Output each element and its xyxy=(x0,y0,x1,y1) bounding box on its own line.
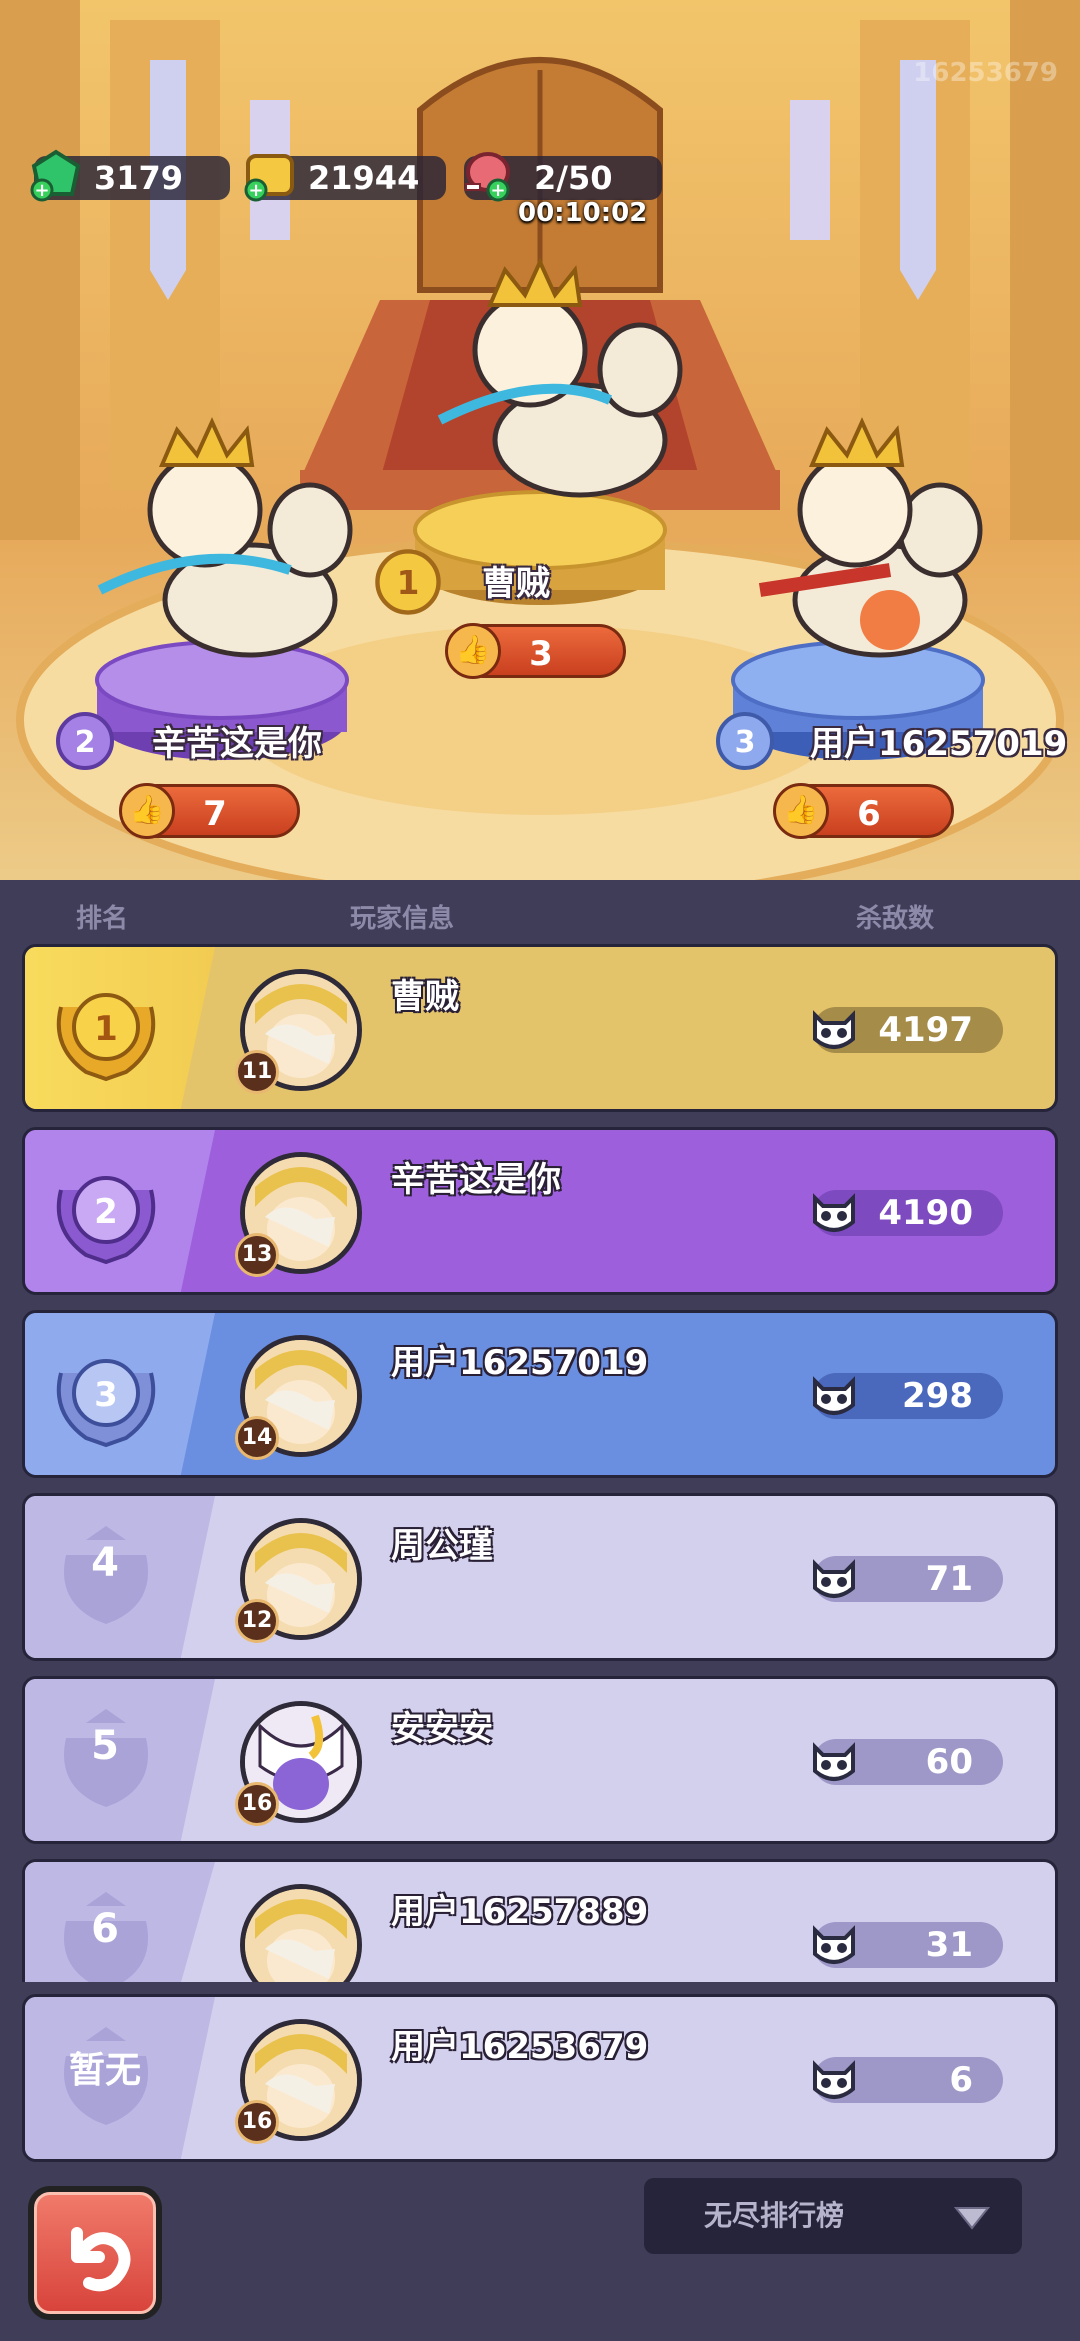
svg-text:2: 2 xyxy=(94,1192,118,1232)
leaderboard-row-2[interactable]: 2 13 辛苦这是你 4190 xyxy=(22,1127,1058,1295)
leaderboard-type-dropdown[interactable]: 无尽排行榜 xyxy=(644,2178,1022,2254)
svg-text:2: 2 xyxy=(75,725,96,760)
header-kills: 杀敌数 xyxy=(856,904,935,934)
svg-text:1: 1 xyxy=(94,1009,118,1049)
player-avatar[interactable] xyxy=(240,1884,362,1983)
purple-laurel-badge-icon: 2 xyxy=(56,1176,156,1265)
kill-count-pill: 298 xyxy=(813,1373,1003,1419)
gem-counter[interactable]: + 3179 xyxy=(30,149,230,202)
kill-count-pill: 4190 xyxy=(813,1190,1003,1236)
thumbs-up-icon: 👍 xyxy=(119,783,175,839)
player-level-badge: 16 xyxy=(235,2100,279,2144)
player-level-badge: 12 xyxy=(235,1599,279,1643)
back-button[interactable] xyxy=(28,2186,162,2320)
svg-text:+: + xyxy=(248,180,263,201)
player-level-badge: 13 xyxy=(235,1233,279,1277)
podium-3-like-button[interactable]: 👍 6 xyxy=(773,783,954,839)
rank-number: 5 xyxy=(91,1723,119,1769)
player-level-badge: 14 xyxy=(235,1416,279,1460)
user-id-watermark: 16253679 xyxy=(913,58,1058,88)
kill-count-pill: 6 xyxy=(813,2057,1003,2103)
player-name: 用户16257019 xyxy=(391,1343,649,1383)
chevron-down-icon xyxy=(953,2207,991,2230)
skull-icon xyxy=(813,1010,855,1049)
gold-counter[interactable]: + 21944 xyxy=(244,154,446,202)
player-name: 用户16253679 xyxy=(391,2027,649,2067)
player-name: 辛苦这是你 xyxy=(391,1160,561,1200)
skull-icon xyxy=(813,1742,855,1781)
kill-count-pill: 60 xyxy=(813,1739,1003,1785)
svg-text:1: 1 xyxy=(397,564,420,602)
svg-text:3: 3 xyxy=(735,725,756,760)
return-arrow-icon xyxy=(71,2227,131,2292)
svg-text:+: + xyxy=(34,180,49,201)
podium-1-name: 曹贼 xyxy=(482,564,550,604)
skull-icon xyxy=(813,1193,855,1232)
header-rank: 排名 xyxy=(76,904,129,934)
gold-icon: + xyxy=(244,154,294,202)
skull-icon xyxy=(813,1376,855,1415)
kill-count-pill: 4197 xyxy=(813,1007,1003,1053)
podium-scene: + 3179 + 21944 + 2/50 00:10:02 16253679 … xyxy=(0,0,1080,880)
podium-2-name: 辛苦这是你 xyxy=(152,724,322,764)
meat-icon: + xyxy=(465,152,510,202)
rank-1-medal-icon: 1 xyxy=(375,549,441,615)
rank-2-medal-icon: 2 xyxy=(56,712,114,770)
leaderboard-row-5[interactable]: 5 16 安安安 60 xyxy=(22,1676,1058,1844)
leaderboard-row-1[interactable]: 1 11 曹贼 4197 xyxy=(22,944,1058,1112)
skull-icon xyxy=(813,2060,855,2099)
rank-3-medal-icon: 3 xyxy=(716,712,774,770)
leaderboard-row-6[interactable]: 6 用户16257889 31 xyxy=(22,1859,1058,1983)
blue-laurel-badge-icon: 3 xyxy=(56,1359,156,1448)
gold-laurel-badge-icon: 1 xyxy=(56,993,156,1082)
skull-icon xyxy=(813,1559,855,1598)
stamina-counter[interactable]: + 2/50 xyxy=(464,152,662,202)
rank-number: 6 xyxy=(91,1906,119,1952)
kill-count-pill: 71 xyxy=(813,1556,1003,1602)
stamina-timer: 00:10:02 xyxy=(518,198,648,228)
elf-portrait-icon xyxy=(245,1889,357,1983)
rank-number: 暂无 xyxy=(68,2050,141,2091)
thumbs-up-icon: 👍 xyxy=(773,783,829,839)
kill-count-pill: 31 xyxy=(813,1922,1003,1968)
player-name: 安安安 xyxy=(391,1709,493,1749)
svg-text:3: 3 xyxy=(94,1375,118,1415)
podium-3-name: 用户16257019 xyxy=(810,724,1068,764)
svg-text:+: + xyxy=(490,180,505,201)
player-name: 曹贼 xyxy=(391,977,459,1017)
thumbs-up-icon: 👍 xyxy=(445,623,501,679)
gem-icon: + xyxy=(30,149,81,202)
leaderboard-row-3[interactable]: 3 14 用户16257019 298 xyxy=(22,1310,1058,1478)
podium-2-like-button[interactable]: 👍 7 xyxy=(119,783,300,839)
leaderboard-row-4[interactable]: 4 12 周公瑾 71 xyxy=(22,1493,1058,1661)
self-leaderboard-row[interactable]: 暂无 16 用户16253679 6 xyxy=(22,1994,1058,2162)
player-name: 周公瑾 xyxy=(391,1526,493,1566)
skull-icon xyxy=(813,1925,855,1964)
podium-1-like-button[interactable]: 👍 3 xyxy=(445,623,626,679)
player-name: 用户16257889 xyxy=(391,1892,649,1932)
rank-number: 4 xyxy=(91,1540,119,1586)
player-level-badge: 11 xyxy=(235,1050,279,1094)
header-player-info: 玩家信息 xyxy=(350,904,455,934)
player-level-badge: 16 xyxy=(235,1782,279,1826)
